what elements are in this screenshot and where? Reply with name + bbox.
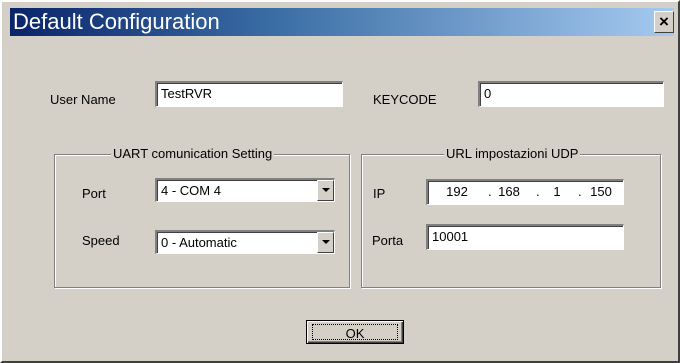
ip-octet-1[interactable]: 192 bbox=[442, 184, 472, 200]
ip-octet-3[interactable]: 1 bbox=[542, 184, 572, 200]
ok-button-label: OK bbox=[312, 324, 398, 341]
porta-label: Porta bbox=[372, 233, 404, 248]
config-dialog: Default Configuration × User Name TestRV… bbox=[0, 0, 680, 363]
ip-separator: . bbox=[488, 184, 492, 199]
port-value: 4 - COM 4 bbox=[161, 183, 221, 198]
close-button[interactable]: × bbox=[654, 11, 674, 33]
user-name-label: User Name bbox=[50, 92, 116, 107]
ip-octet-4[interactable]: 150 bbox=[586, 184, 616, 200]
title-bar[interactable]: Default Configuration bbox=[10, 8, 674, 36]
udp-group-title: URL impostazioni UDP bbox=[444, 146, 581, 162]
user-name-input[interactable]: TestRVR bbox=[155, 81, 343, 107]
keycode-label: KEYCODE bbox=[373, 92, 437, 107]
porta-input[interactable]: 10001 bbox=[426, 224, 624, 250]
uart-settings-group: UART comunication Setting bbox=[54, 146, 350, 288]
close-icon: × bbox=[659, 12, 669, 31]
udp-settings-group: URL impostazioni UDP bbox=[361, 146, 661, 288]
chevron-down-icon[interactable] bbox=[317, 232, 334, 253]
speed-select[interactable]: 0 - Automatic bbox=[155, 230, 335, 254]
port-label: Port bbox=[82, 186, 106, 201]
uart-group-title: UART comunication Setting bbox=[111, 146, 275, 162]
speed-value: 0 - Automatic bbox=[161, 235, 237, 250]
ip-address-input[interactable]: 192 . 168 . 1 . 150 bbox=[426, 179, 624, 205]
ok-button[interactable]: OK bbox=[306, 320, 404, 344]
speed-label: Speed bbox=[82, 233, 120, 248]
ip-octet-2[interactable]: 168 bbox=[494, 184, 524, 200]
ip-separator: . bbox=[536, 184, 540, 199]
ip-label: IP bbox=[373, 186, 386, 201]
window-title: Default Configuration bbox=[13, 9, 220, 34]
port-select[interactable]: 4 - COM 4 bbox=[155, 178, 335, 202]
keycode-input[interactable]: 0 bbox=[478, 81, 664, 107]
ip-separator: . bbox=[578, 184, 582, 199]
chevron-down-icon[interactable] bbox=[317, 180, 334, 201]
